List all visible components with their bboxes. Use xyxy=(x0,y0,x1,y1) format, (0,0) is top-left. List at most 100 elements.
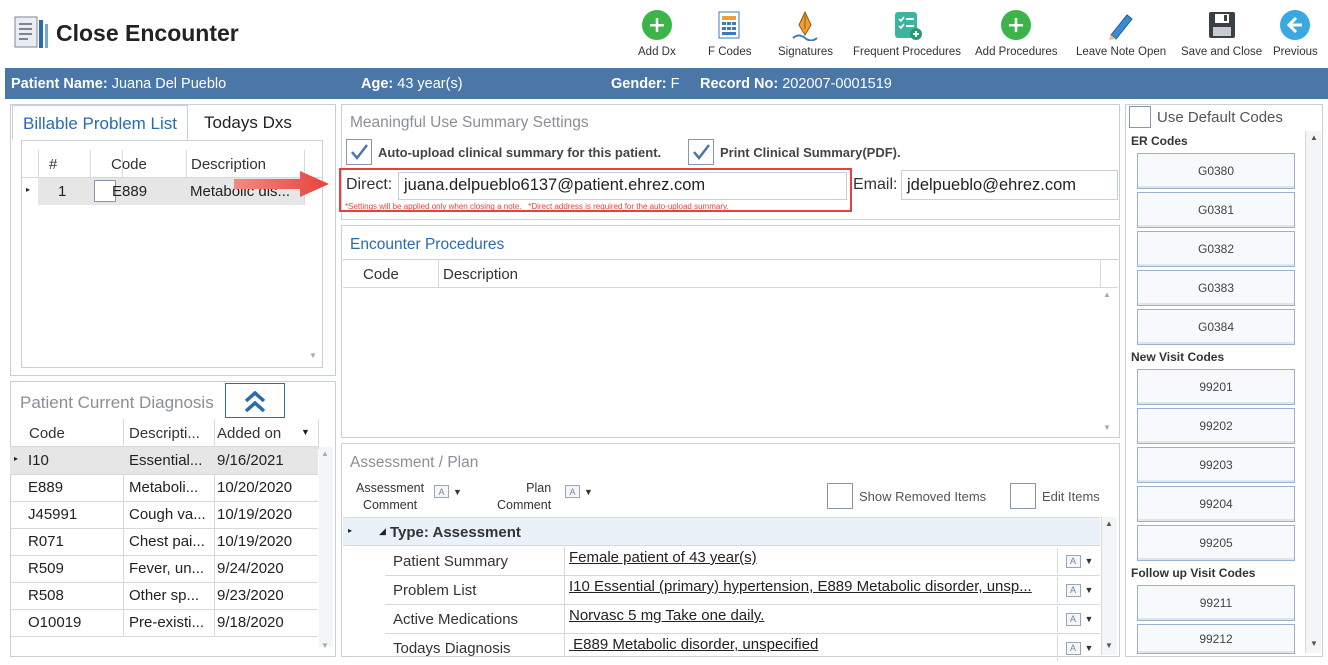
dx-description: Pre-existi... xyxy=(129,614,205,631)
dx-date: 9/24/2020 xyxy=(217,560,284,577)
row-format-dropdown[interactable]: A ▼ xyxy=(1057,606,1101,632)
print-summary-label: Print Clinical Summary(PDF). xyxy=(720,144,901,160)
dx-date: 9/16/2021 xyxy=(217,452,284,469)
back-arrow-icon xyxy=(1280,10,1311,40)
edit-items-option[interactable]: Edit Items xyxy=(1010,483,1100,509)
scroll-down-icon[interactable]: ▼ xyxy=(306,351,320,363)
scroll-down-icon[interactable]: ▼ xyxy=(321,641,329,650)
collapse-group-icon[interactable]: ◢ xyxy=(379,526,386,537)
assessment-comment-dropdown[interactable]: A ▼ xyxy=(434,485,462,498)
code-button[interactable]: 99205 xyxy=(1137,525,1295,561)
add-dx-button[interactable]: Add Dx xyxy=(638,8,676,58)
scroll-up-icon[interactable]: ▲ xyxy=(1105,519,1113,528)
assessment-row-value[interactable]: I10 Essential (primary) hypertension, E8… xyxy=(569,578,1053,595)
add-procedures-button[interactable]: Add Procedures xyxy=(975,8,1057,58)
use-default-codes-checkbox[interactable] xyxy=(1129,106,1151,128)
row-format-dropdown[interactable]: A ▼ xyxy=(1057,548,1101,574)
scroll-down-icon[interactable]: ▼ xyxy=(1103,423,1111,432)
code-button[interactable]: G0382 xyxy=(1137,231,1295,267)
assessment-row-value[interactable]: E889 Metabolic disorder, unspecified xyxy=(569,636,1053,653)
scrollbar[interactable] xyxy=(319,447,333,647)
assessment-row-value[interactable]: Female patient of 43 year(s) xyxy=(569,549,1053,566)
code-button[interactable]: 99211 xyxy=(1137,585,1295,621)
assessment-row-label: Todays Diagnosis xyxy=(393,640,511,657)
code-button[interactable]: G0384 xyxy=(1137,309,1295,345)
edit-items-checkbox[interactable] xyxy=(1010,483,1036,509)
chevron-down-icon: ▼ xyxy=(1084,643,1094,653)
code-button[interactable]: 99204 xyxy=(1137,486,1295,522)
code-button[interactable]: 99203 xyxy=(1137,447,1295,483)
patient-gender: F xyxy=(670,76,680,92)
scroll-down-icon[interactable]: ▼ xyxy=(1310,639,1318,648)
meaningful-use-title: Meaningful Use Summary Settings xyxy=(350,114,589,131)
chevron-down-icon: ▼ xyxy=(584,486,593,497)
sort-dropdown-icon[interactable]: ▼ xyxy=(301,427,310,437)
tab-todays-dxs[interactable]: Todays Dxs xyxy=(194,105,302,138)
scroll-up-icon[interactable]: ▲ xyxy=(321,449,329,458)
double-chevron-up-icon xyxy=(244,390,266,412)
code-button[interactable]: 99212 xyxy=(1137,624,1295,654)
dx-description: Fever, un... xyxy=(129,560,205,577)
assessment-row-value[interactable]: Norvasc 5 mg Take one daily. xyxy=(569,607,1053,624)
arrow-annotation-icon xyxy=(234,171,329,197)
auto-upload-checkbox[interactable] xyxy=(346,139,372,165)
patient-name: Juana Del Pueblo xyxy=(111,76,227,92)
age-label: Age: xyxy=(361,76,394,92)
direct-address-input[interactable]: juana.delpueblo6137@patient.ehrez.com xyxy=(398,172,847,200)
save-and-close-button[interactable]: Save and Close xyxy=(1181,8,1262,58)
code-button[interactable]: 99202 xyxy=(1137,408,1295,444)
code-button[interactable]: G0381 xyxy=(1137,192,1295,228)
scrollbar[interactable]: ▲ ▼ xyxy=(1305,131,1321,653)
tab-billable-problem-list[interactable]: Billable Problem List xyxy=(12,105,189,140)
print-summary-checkbox[interactable] xyxy=(688,139,714,165)
new-visit-codes-title: New Visit Codes xyxy=(1131,350,1225,364)
code-button[interactable]: G0383 xyxy=(1137,270,1295,306)
dx-code: J45991 xyxy=(28,506,78,523)
checkmark-icon xyxy=(351,144,368,160)
show-removed-option[interactable]: Show Removed Items xyxy=(827,483,986,509)
frequent-procedures-button[interactable]: Frequent Procedures xyxy=(853,8,961,58)
pencil-icon xyxy=(1109,14,1133,40)
assessment-group-row[interactable]: ▸ ◢ Type: Assessment xyxy=(343,517,1100,546)
print-summary-option[interactable]: Print Clinical Summary(PDF). xyxy=(688,139,901,165)
col-header-description: Description xyxy=(443,266,519,283)
plan-comment-label: Plan Comment xyxy=(497,481,552,512)
row-format-dropdown[interactable]: A ▼ xyxy=(1057,635,1101,661)
row-pointer-icon: ▸ xyxy=(348,526,353,535)
scroll-down-icon[interactable]: ▼ xyxy=(1105,641,1113,650)
text-format-icon: A xyxy=(1065,612,1081,626)
plan-comment-dropdown[interactable]: A ▼ xyxy=(565,485,593,498)
signatures-button[interactable]: Signatures xyxy=(778,8,833,58)
collapse-button[interactable] xyxy=(225,383,285,418)
text-format-icon: A xyxy=(1065,554,1081,568)
col-header-code: Code xyxy=(111,156,147,173)
code-button[interactable]: G0380 xyxy=(1137,153,1295,189)
chevron-down-icon: ▼ xyxy=(453,486,462,497)
assessment-plan-title: Assessment / Plan xyxy=(350,454,479,471)
scroll-up-icon[interactable]: ▲ xyxy=(1103,290,1111,299)
code-button[interactable]: 99201 xyxy=(1137,369,1295,405)
show-removed-checkbox[interactable] xyxy=(827,483,853,509)
f-codes-button[interactable]: F Codes xyxy=(708,8,751,58)
current-diagnosis-title: Patient Current Diagnosis xyxy=(20,393,214,412)
row-pointer-icon: ▸ xyxy=(26,185,31,194)
row-code: E889 xyxy=(112,183,148,200)
edit-items-label: Edit Items xyxy=(1042,488,1100,504)
text-format-icon: A xyxy=(1065,583,1081,597)
dx-date: 10/19/2020 xyxy=(217,506,293,523)
previous-button[interactable]: Previous xyxy=(1273,8,1318,58)
scrollbar[interactable]: ▲ ▼ xyxy=(1101,517,1117,655)
auto-upload-option[interactable]: Auto-upload clinical summary for this pa… xyxy=(346,139,661,165)
signature-icon xyxy=(792,10,819,41)
row-format-dropdown[interactable]: A ▼ xyxy=(1057,577,1101,603)
leave-note-open-button[interactable]: Leave Note Open xyxy=(1076,8,1166,58)
chevron-down-icon: ▼ xyxy=(1084,614,1094,624)
dx-description: Other sp... xyxy=(129,587,200,604)
row-pointer-icon: ▸ xyxy=(14,454,19,463)
scroll-up-icon[interactable]: ▲ xyxy=(1310,133,1318,142)
document-icon xyxy=(14,16,48,48)
patient-age: 43 year(s) xyxy=(397,76,463,92)
email-input[interactable]: jdelpueblo@ehrez.com xyxy=(901,170,1118,200)
use-default-codes-option[interactable]: Use Default Codes xyxy=(1129,106,1283,128)
dx-code: R508 xyxy=(28,587,64,604)
